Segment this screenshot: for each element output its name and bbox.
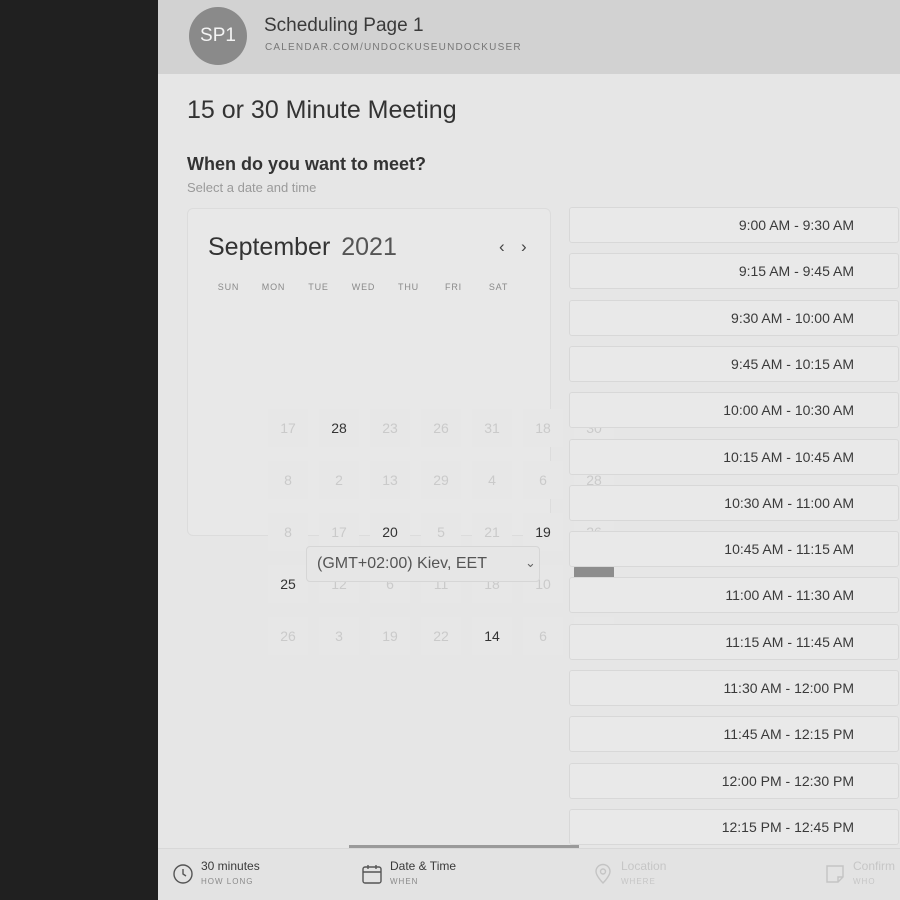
- time-slot-button[interactable]: 11:15 AM - 11:45 AM: [569, 623, 899, 660]
- chevron-down-icon: ⌄: [525, 555, 536, 570]
- active-step-indicator: [349, 845, 579, 848]
- day-cell[interactable]: 13: [370, 461, 410, 499]
- day-cell[interactable]: 26: [268, 617, 308, 655]
- page-title: Scheduling Page 1: [264, 15, 424, 36]
- day-cell[interactable]: 28: [319, 409, 359, 447]
- nav-step-subtitle: WHO: [853, 877, 876, 886]
- time-slot-button[interactable]: 11:00 AM - 11:30 AM: [569, 577, 899, 614]
- prev-month-button[interactable]: ‹: [499, 237, 505, 257]
- day-cell[interactable]: 18: [523, 409, 563, 447]
- weekday-wed: WED: [351, 282, 376, 292]
- time-slot-button[interactable]: 10:30 AM - 11:00 AM: [569, 484, 899, 521]
- nav-step-confirm[interactable]: Confirm WHO: [824, 859, 895, 886]
- clock-icon: [173, 864, 193, 884]
- weekday-header: SUN MON TUE WED THU FRI SAT: [206, 282, 526, 292]
- meeting-title: 15 or 30 Minute Meeting: [187, 96, 457, 124]
- weekday-fri: FRI: [445, 282, 462, 292]
- day-cell[interactable]: 8: [268, 461, 308, 499]
- nav-step-duration[interactable]: 30 minutes HOW LONG: [172, 859, 260, 886]
- time-slot-button[interactable]: 9:15 AM - 9:45 AM: [569, 253, 899, 290]
- nav-step-title: Date & Time: [390, 859, 457, 873]
- bottom-nav: 30 minutes HOW LONG Date & Time WHEN Loc…: [158, 845, 900, 900]
- timezone-label: (GMT+02:00) Kiev, EET: [317, 555, 487, 572]
- note-icon: [826, 865, 844, 883]
- weekday-mon: MON: [261, 282, 286, 292]
- day-cell[interactable]: 6: [523, 617, 563, 655]
- weekday-sat: SAT: [488, 282, 509, 292]
- location-pin-icon: [595, 863, 611, 884]
- day-cell[interactable]: 23: [370, 409, 410, 447]
- day-cell[interactable]: 17: [268, 409, 308, 447]
- header: SP1 Scheduling Page 1 CALENDAR.COM/UNDOC…: [158, 0, 900, 74]
- day-cell[interactable]: 26: [421, 409, 461, 447]
- weekday-tue: TUE: [308, 282, 329, 292]
- scheduling-page: SP1 Scheduling Page 1 CALENDAR.COM/UNDOC…: [158, 0, 900, 900]
- next-month-button[interactable]: ›: [521, 237, 527, 257]
- time-slot-button[interactable]: 10:45 AM - 11:15 AM: [569, 531, 899, 568]
- day-cell[interactable]: 25: [268, 565, 308, 603]
- left-dark-panel: [0, 0, 158, 900]
- time-slot-button[interactable]: 11:45 AM - 12:15 PM: [569, 716, 899, 753]
- question-heading: When do you want to meet?: [187, 154, 426, 174]
- day-cell[interactable]: 31: [472, 409, 512, 447]
- time-slot-list: 9:00 AM - 9:30 AM 9:15 AM - 9:45 AM 9:30 A…: [569, 207, 900, 849]
- nav-step-title: Location: [621, 859, 667, 873]
- time-slot-button[interactable]: 12:15 PM - 12:45 PM: [569, 808, 899, 845]
- time-slot-button[interactable]: 9:30 AM - 10:00 AM: [569, 299, 899, 336]
- nav-step-title: 30 minutes: [201, 859, 260, 873]
- nav-step-subtitle: WHEN: [390, 877, 419, 886]
- day-cell[interactable]: 19: [370, 617, 410, 655]
- nav-step-location[interactable]: Location WHERE: [592, 859, 666, 886]
- nav-step-date-time[interactable]: Date & Time WHEN: [361, 859, 456, 886]
- time-slot-button[interactable]: 11:30 AM - 12:00 PM: [569, 670, 899, 706]
- time-slot-button[interactable]: 10:00 AM - 10:30 AM: [569, 392, 899, 429]
- nav-step-subtitle: HOW LONG: [201, 877, 254, 886]
- weekday-thu: THU: [398, 282, 419, 292]
- page-url: CALENDAR.COM/UNDOCKUSEUNDOCKUSER: [265, 42, 522, 53]
- time-slot-button[interactable]: 10:15 AM - 10:45 AM: [569, 438, 899, 475]
- timezone-select[interactable]: (GMT+02:00) Kiev, EET ⌄: [306, 546, 540, 582]
- calendar-icon: [362, 865, 382, 884]
- day-cell[interactable]: 6: [523, 461, 563, 499]
- hint-text: Select a date and time: [187, 180, 317, 195]
- nav-step-subtitle: WHERE: [621, 877, 656, 886]
- time-slot-button[interactable]: 9:00 AM - 9:30 AM: [569, 207, 899, 243]
- day-cell[interactable]: 2: [319, 461, 359, 499]
- calendar-month: September: [208, 233, 331, 261]
- weekday-sun: SUN: [217, 282, 240, 292]
- time-slot-button[interactable]: 9:45 AM - 10:15 AM: [569, 345, 899, 382]
- day-cell[interactable]: 14: [472, 617, 512, 655]
- calendar-month-label: September 2021: [208, 233, 397, 262]
- avatar: SP1: [189, 7, 247, 65]
- day-cell[interactable]: 22: [421, 617, 461, 655]
- day-cell[interactable]: 3: [319, 617, 359, 655]
- day-cell[interactable]: 8: [268, 513, 308, 551]
- calendar-year: 2021: [341, 233, 397, 261]
- day-cell[interactable]: 29: [421, 461, 461, 499]
- nav-step-title: Confirm: [853, 859, 896, 873]
- time-slot-button[interactable]: 12:00 PM - 12:30 PM: [569, 762, 899, 799]
- day-cell[interactable]: 4: [472, 461, 512, 499]
